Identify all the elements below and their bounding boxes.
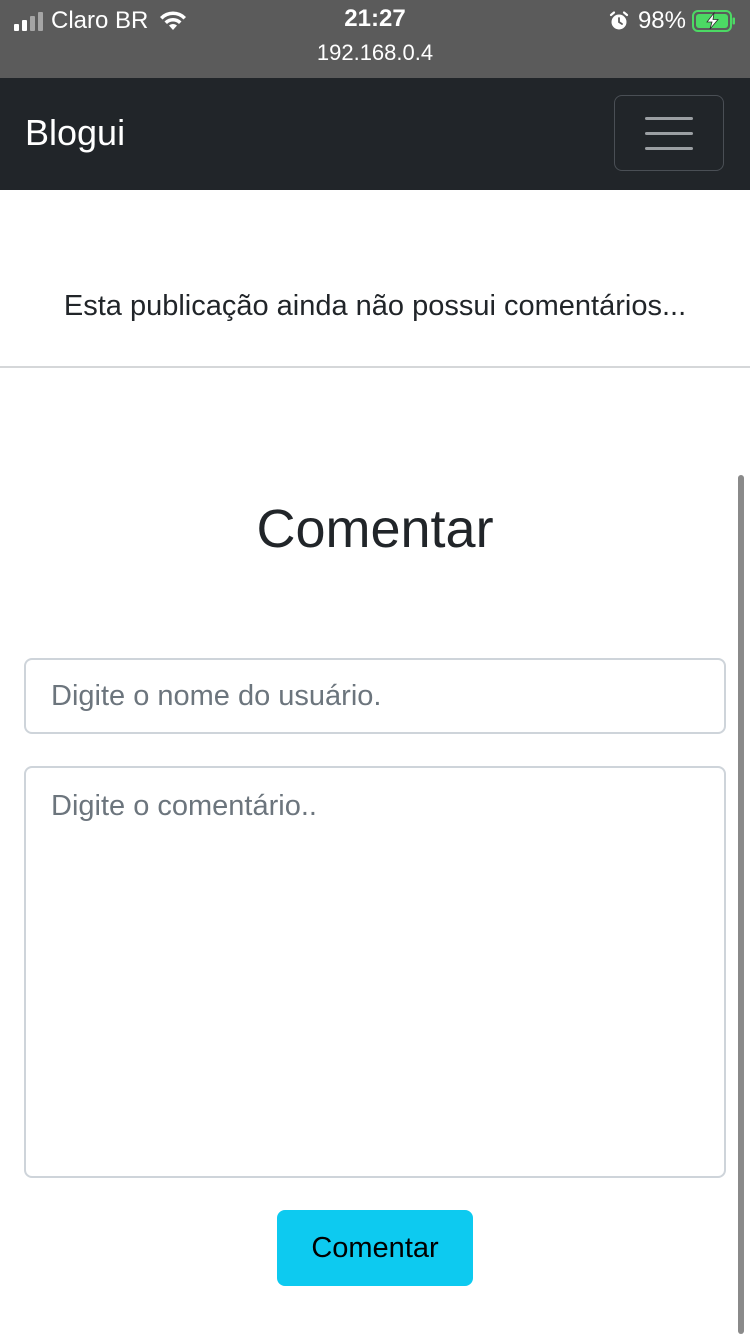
scrollbar[interactable]: [738, 475, 744, 1334]
screen: Claro BR 21:27 192.168.0.4 98% Blogui Es…: [0, 0, 750, 1334]
comment-textarea[interactable]: [24, 766, 726, 1178]
comment-form-title: Comentar: [256, 499, 494, 559]
username-input[interactable]: [24, 658, 726, 734]
alarm-icon: [609, 11, 629, 30]
navbar: Blogui: [0, 78, 750, 190]
navbar-brand[interactable]: Blogui: [25, 112, 125, 154]
hamburger-menu-icon-bar: [645, 146, 693, 150]
navbar-toggler-button[interactable]: [614, 95, 724, 171]
address-url[interactable]: 192.168.0.4: [0, 40, 750, 66]
hamburger-menu-icon-bar: [645, 131, 693, 135]
status-bar: Claro BR 21:27 192.168.0.4 98%: [0, 0, 750, 78]
battery-charging-icon: [692, 10, 735, 32]
status-right: 98%: [608, 6, 736, 36]
battery-percent: 98%: [637, 7, 686, 34]
no-comments-message: Esta publicação ainda não possui comentá…: [63, 290, 687, 322]
submit-comment-button[interactable]: Comentar: [277, 1210, 473, 1286]
divider: [0, 366, 750, 368]
hamburger-menu-icon: [645, 116, 693, 120]
